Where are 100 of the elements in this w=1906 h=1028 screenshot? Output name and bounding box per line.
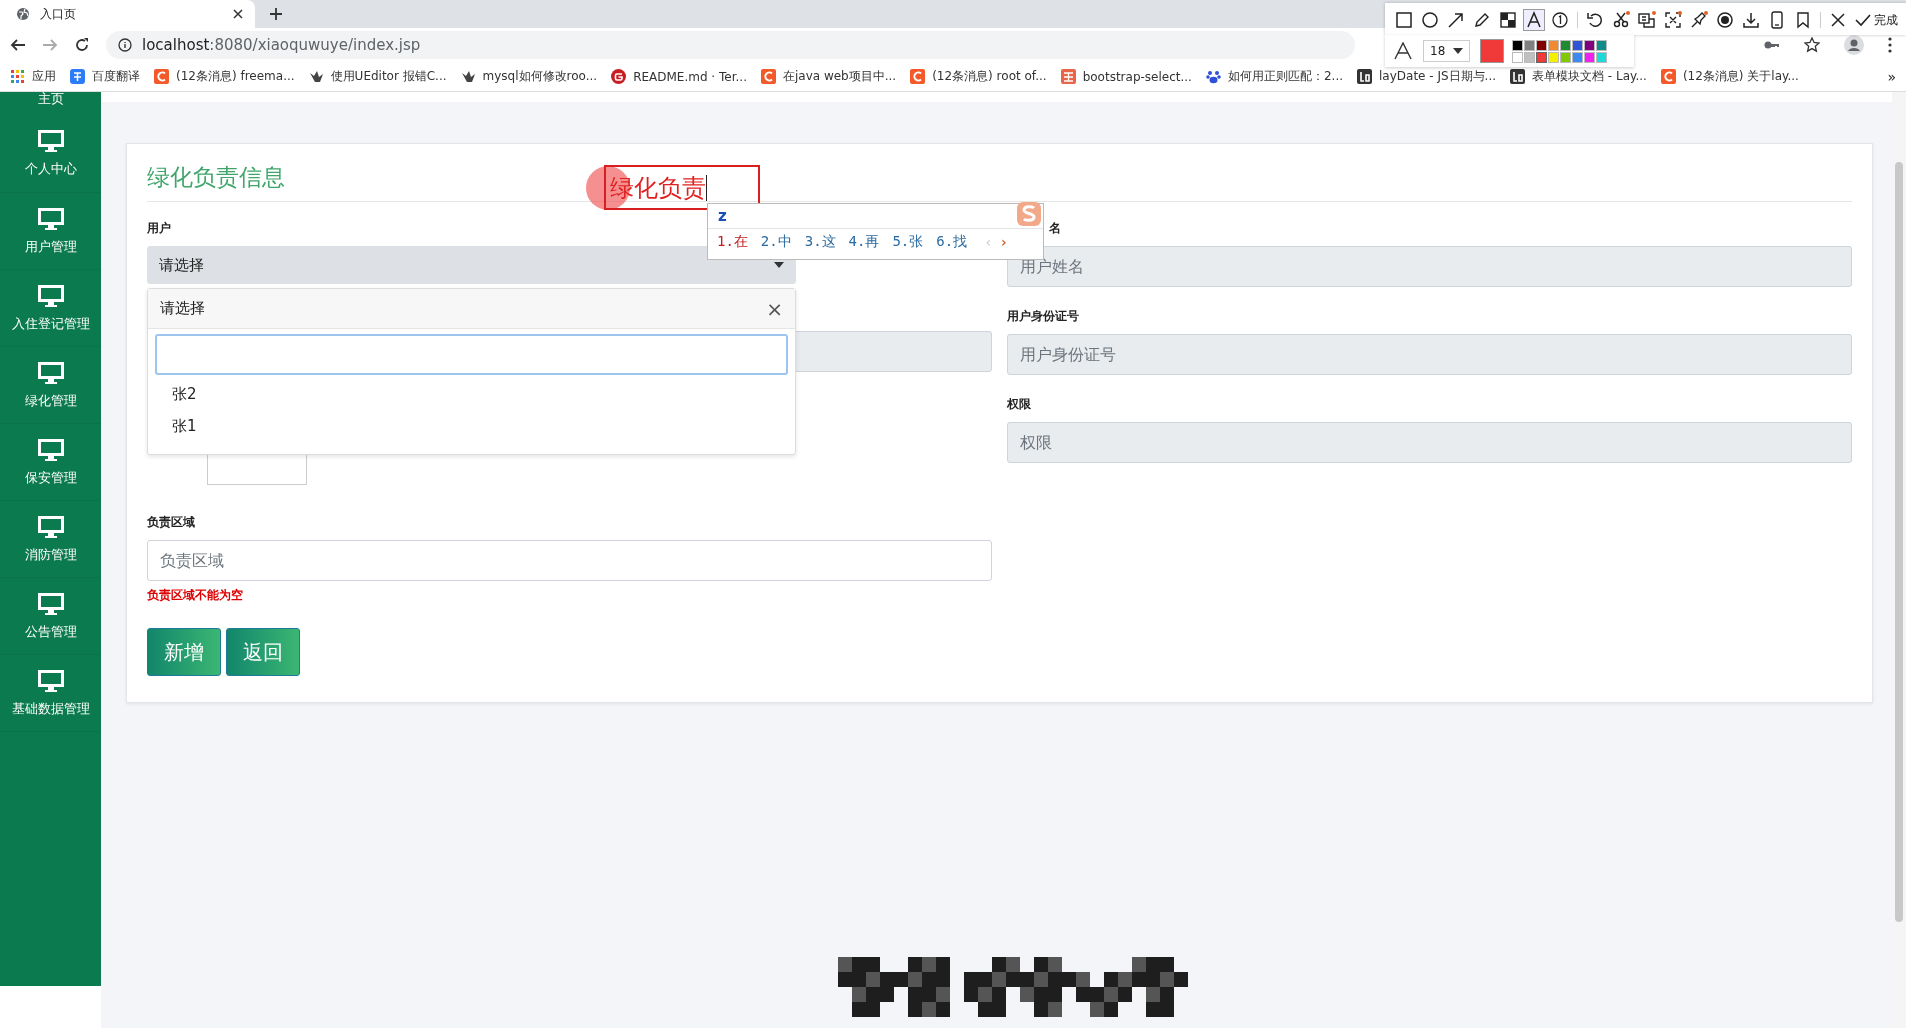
- sidebar-item[interactable]: 入住登记管理: [11, 314, 90, 333]
- rectangle-tool-icon[interactable]: [1393, 9, 1415, 31]
- next-page-button[interactable]: ›: [999, 234, 1009, 250]
- bookmark[interactable]: (12条消息) freema...: [154, 68, 295, 85]
- letter-c-icon: [1660, 69, 1676, 84]
- bookmark[interactable]: 表单模块文档 - Lay...: [1510, 68, 1647, 85]
- monitor-icon: [36, 360, 65, 384]
- font-size-select[interactable]: 18: [1423, 40, 1471, 62]
- dropdown-option[interactable]: 张2: [148, 380, 795, 412]
- monitor-icon: [36, 591, 65, 615]
- monitor-icon: [36, 437, 65, 461]
- browser-tab[interactable]: 入口页: [0, 0, 255, 28]
- monitor-icon: [36, 283, 65, 307]
- apps-grid-icon: [10, 69, 25, 84]
- current-color-swatch[interactable]: [1480, 39, 1505, 63]
- layui-icon: [1357, 69, 1372, 84]
- sidebar-item[interactable]: 用户管理: [24, 237, 77, 256]
- color-swatch[interactable]: [1512, 51, 1524, 63]
- sidebar-item[interactable]: 消防管理: [24, 545, 77, 564]
- font-size-icon: [1393, 42, 1413, 60]
- dropdown-option[interactable]: 张1: [148, 412, 795, 444]
- sidebar-item[interactable]: 绿化管理: [24, 391, 77, 410]
- bookmark[interactable]: 应用: [10, 68, 56, 85]
- color-swatch[interactable]: [1524, 39, 1536, 51]
- letter-g-icon: [611, 69, 627, 84]
- close-button[interactable]: ×: [766, 296, 783, 321]
- sidebar-item[interactable]: 主页: [30, 92, 71, 108]
- bookmark[interactable]: README.md · Ter...: [611, 69, 747, 84]
- check-icon: [1855, 13, 1871, 27]
- field-label: 用户: [147, 220, 172, 237]
- more-bookmarks-button[interactable]: »: [1887, 68, 1896, 85]
- back-icon[interactable]: [10, 37, 26, 53]
- letter-c-icon: [910, 69, 926, 84]
- caret-icon: [774, 262, 784, 268]
- color-swatch[interactable]: [1548, 39, 1560, 51]
- monitor-icon: [36, 128, 65, 152]
- color-swatch[interactable]: [1596, 39, 1608, 51]
- bookmark[interactable]: 使用UEditor 报错C...: [308, 68, 447, 85]
- more-icon[interactable]: [1888, 37, 1892, 53]
- ime-candidate[interactable]: 6.找: [936, 233, 968, 251]
- add-button[interactable]: 新增: [147, 628, 221, 676]
- reload-icon[interactable]: [74, 37, 90, 53]
- document-icon: [1060, 69, 1076, 84]
- color-swatch[interactable]: [1572, 39, 1584, 51]
- caret-icon: [1453, 48, 1464, 54]
- color-swatch[interactable]: [1512, 39, 1524, 51]
- sidebar-item[interactable]: 保安管理: [24, 468, 77, 487]
- record-icon[interactable]: [1714, 9, 1736, 31]
- address-bar[interactable]: localhost:8080/xiaoquwuye/index.jsp: [106, 31, 1355, 59]
- ime-candidate[interactable]: 3.这: [804, 233, 836, 251]
- color-swatch[interactable]: [1596, 51, 1608, 63]
- ime-candidate[interactable]: 5.张: [892, 233, 924, 251]
- letter-c-icon: [760, 69, 776, 84]
- monitor-icon: [36, 668, 65, 692]
- bookmark[interactable]: 如何用正则匹配：2...: [1205, 68, 1343, 85]
- color-swatch[interactable]: [1536, 39, 1548, 51]
- ime-input-text: z: [718, 207, 727, 225]
- color-swatch[interactable]: [1584, 39, 1596, 51]
- done-button[interactable]: 完成: [1855, 11, 1898, 29]
- color-swatch[interactable]: [1536, 51, 1548, 63]
- bookmark[interactable]: layDate - JS日期与...: [1357, 68, 1497, 85]
- bookmark[interactable]: mysql如何修改roo...: [460, 68, 598, 85]
- color-swatch[interactable]: [1572, 51, 1584, 63]
- error-message: 负责区域不能为空: [147, 587, 244, 604]
- text-tool-icon[interactable]: [1523, 9, 1545, 31]
- bookmark[interactable]: bootstrap-select...: [1060, 69, 1192, 84]
- sidebar-item[interactable]: 公告管理: [24, 622, 77, 641]
- color-swatch[interactable]: [1584, 51, 1596, 63]
- color-swatch[interactable]: [1524, 51, 1536, 63]
- mosaic-tool-icon[interactable]: [1497, 9, 1519, 31]
- ime-candidate[interactable]: 4.再: [848, 233, 880, 251]
- bookmark[interactable]: (12条消息) root of...: [910, 68, 1047, 85]
- new-tab-icon[interactable]: [269, 7, 283, 21]
- translate-icon: [70, 69, 85, 84]
- search-field[interactable]: [155, 334, 788, 375]
- close-icon[interactable]: [233, 9, 243, 19]
- bookmark[interactable]: (12条消息) 关于lay...: [1660, 68, 1799, 85]
- sidebar-item[interactable]: 个人中心: [24, 159, 77, 178]
- bookmark[interactable]: 百度翻译: [70, 68, 140, 85]
- key-icon[interactable]: [1764, 40, 1780, 50]
- sidebar-item[interactable]: 基础数据管理: [11, 699, 90, 718]
- back-button[interactable]: 返回: [226, 628, 300, 676]
- text-recognition-icon[interactable]: [1636, 9, 1658, 31]
- color-swatch[interactable]: [1560, 39, 1572, 51]
- field-label: 用户身份证号: [1007, 308, 1080, 325]
- url-text: localhost:8080/xiaoquwuye/index.jsp: [142, 36, 421, 54]
- field-label: 名: [1048, 220, 1062, 237]
- star-icon[interactable]: [1804, 37, 1820, 53]
- color-swatch[interactable]: [1560, 51, 1572, 63]
- circle-tool-icon[interactable]: [1419, 9, 1441, 31]
- scrollbar-thumb[interactable]: [1895, 162, 1903, 922]
- input-field[interactable]: 负责区域: [147, 540, 992, 581]
- profile-icon[interactable]: [1844, 35, 1864, 55]
- expand-icon[interactable]: [1662, 9, 1684, 31]
- color-swatch[interactable]: [1548, 51, 1560, 63]
- bookmark[interactable]: 在java web项目中...: [760, 68, 897, 85]
- letter-c-icon: [154, 69, 169, 84]
- tab-title: 入口页: [40, 5, 77, 23]
- field-label: 权限: [1007, 396, 1032, 413]
- number-tool-icon[interactable]: [1549, 9, 1571, 31]
